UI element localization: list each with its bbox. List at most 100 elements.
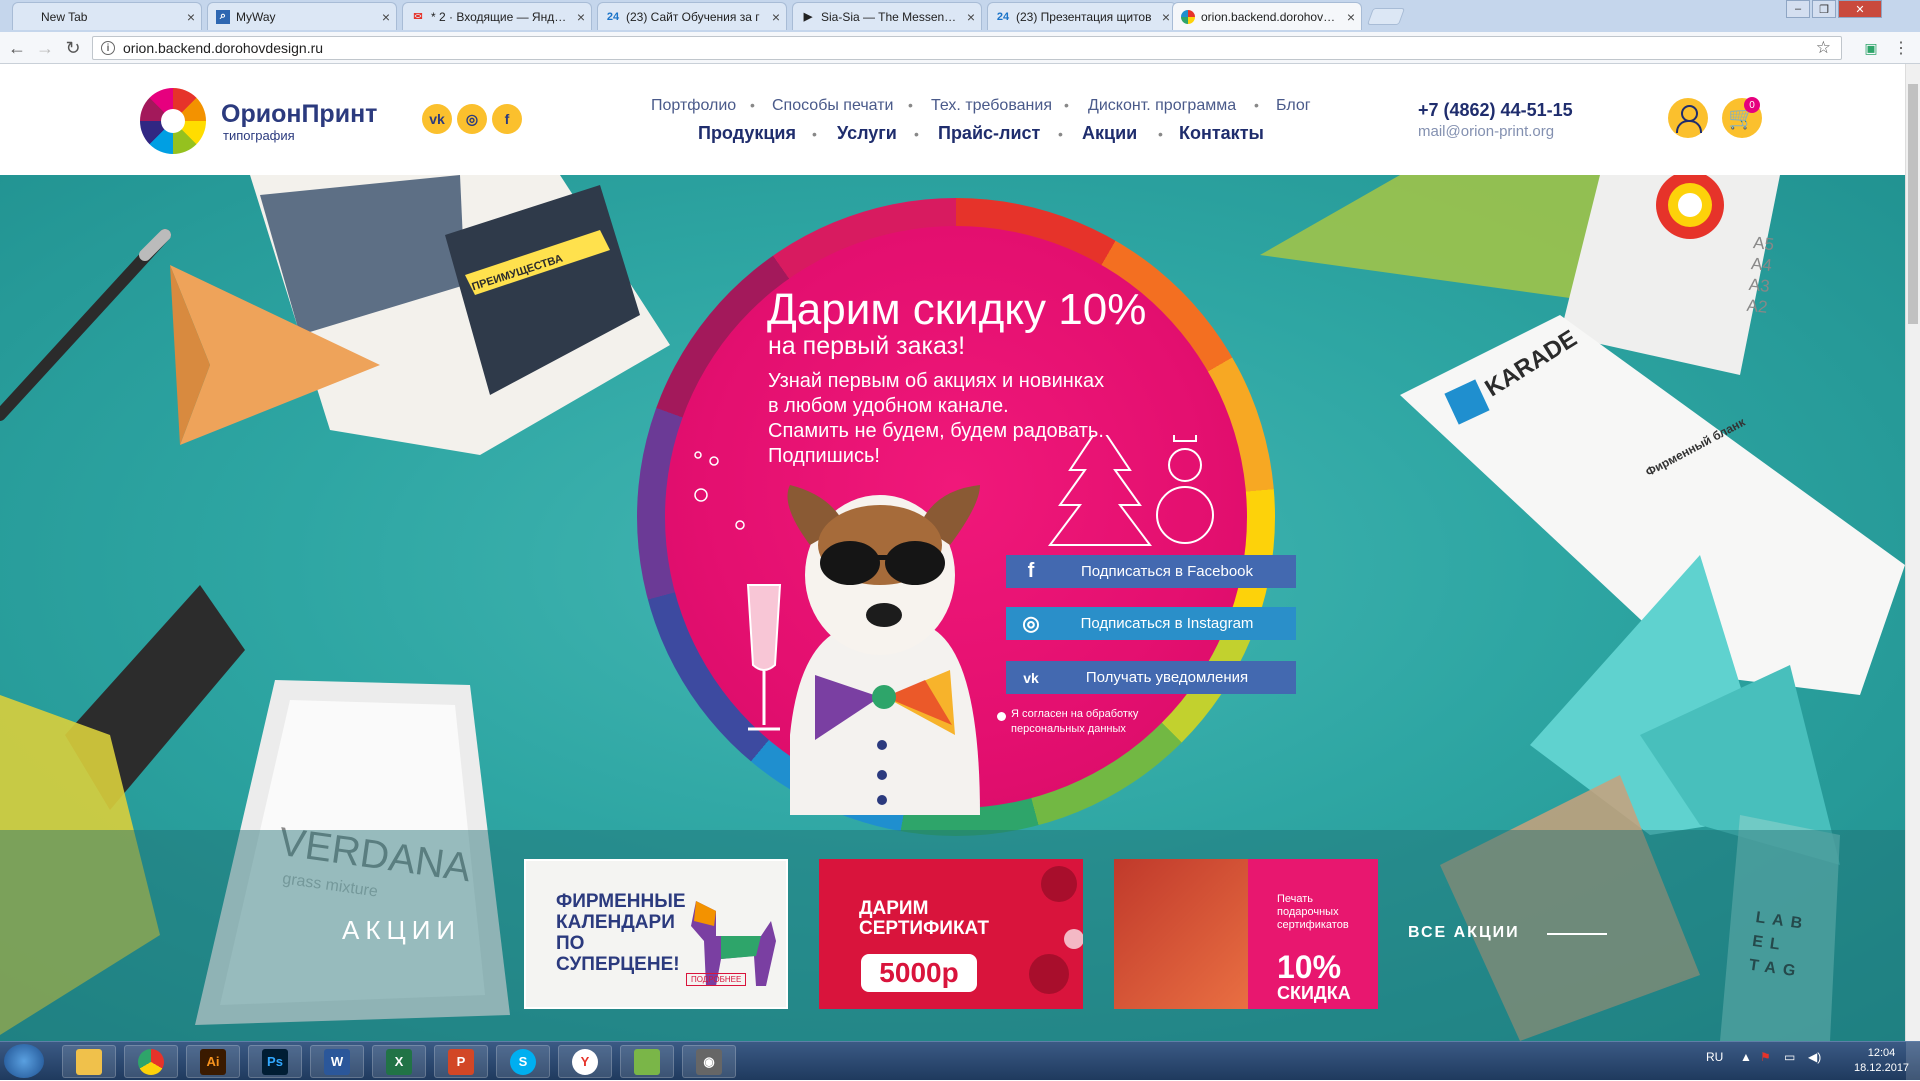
new-tab-button[interactable] — [1366, 8, 1406, 25]
topnav-portfolio[interactable]: Портфолио — [651, 97, 736, 115]
brand-name[interactable]: ОрионПринт — [221, 100, 377, 129]
consent-label[interactable]: Я согласен на обработку персональных дан… — [1011, 707, 1138, 737]
bubble-decor — [709, 456, 719, 466]
close-icon[interactable]: × — [1347, 9, 1355, 25]
close-icon[interactable]: × — [772, 9, 780, 25]
page-scrollbar[interactable] — [1905, 64, 1920, 1041]
subscribe-facebook-button[interactable]: f Подписаться в Facebook — [1006, 555, 1296, 588]
close-icon[interactable]: × — [967, 9, 975, 25]
flag-icon[interactable]: ⚑ — [1760, 1050, 1771, 1064]
promo-card-value: 5000р — [861, 954, 977, 992]
taskbar-explorer[interactable] — [62, 1045, 116, 1078]
promo-card-certificate[interactable]: ДАРИМ СЕРТИФИКАТ 5000р — [819, 859, 1083, 1009]
minimize-button[interactable]: – — [1786, 0, 1810, 18]
close-icon[interactable]: × — [577, 9, 585, 25]
taskbar-powerpoint[interactable]: P — [434, 1045, 488, 1078]
start-button[interactable] — [4, 1044, 44, 1078]
taskbar-chrome[interactable] — [124, 1045, 178, 1078]
button-label: Подписаться в Facebook — [1080, 563, 1254, 580]
promo-card-gift-certificates[interactable]: Печать подарочных сертификатов 10% СКИДК… — [1114, 859, 1378, 1009]
paper-size: A5 — [1752, 233, 1776, 255]
taskbar-illustrator[interactable]: Ai — [186, 1045, 240, 1078]
mainnav-price-list[interactable]: Прайс-лист — [938, 123, 1040, 144]
close-icon[interactable]: × — [382, 9, 390, 25]
taskbar-app[interactable] — [620, 1045, 674, 1078]
mainnav-services[interactable]: Услуги — [837, 123, 897, 144]
back-button[interactable]: ← — [6, 37, 28, 59]
browser-tab-sia[interactable]: ▶ Sia-Sia — The Messenger × — [792, 2, 982, 30]
chrome-icon — [138, 1048, 164, 1075]
bubble-decor — [694, 488, 708, 502]
24-icon: 24 — [606, 10, 620, 23]
consent-checkbox[interactable] — [997, 712, 1006, 721]
cart-count-badge: 0 — [1744, 97, 1760, 113]
taskbar-skype[interactable]: S — [496, 1045, 550, 1078]
browser-tab-strip: New Tab × ⌕ MyWay × ✉ * 2 · Входящие — Я… — [0, 0, 1920, 32]
forward-button[interactable]: → — [34, 37, 56, 59]
browser-tab-training[interactable]: 24 (23) Сайт Обучения за г × — [597, 2, 787, 30]
promo-card-title: ДАРИМ СЕРТИФИКАТ — [859, 898, 989, 939]
menu-icon[interactable]: ⋮ — [1890, 37, 1912, 59]
taskbar-camera[interactable]: ◉ — [682, 1045, 736, 1078]
24-icon: 24 — [996, 10, 1010, 23]
taskbar-word[interactable]: W — [310, 1045, 364, 1078]
topnav-discount[interactable]: Дисконт. программа — [1088, 97, 1236, 115]
paper-size: A2 — [1745, 295, 1769, 317]
logo-icon[interactable] — [140, 88, 206, 154]
close-icon[interactable]: × — [187, 9, 195, 25]
promo-headline: Дарим скидку 10% — [767, 285, 1147, 334]
volume-icon[interactable]: ◀) — [1808, 1050, 1821, 1064]
skype-icon: S — [510, 1048, 536, 1075]
address-bar[interactable]: i orion.backend.dorohovdesign.ru ☆ — [92, 36, 1842, 60]
vk-icon[interactable]: vk — [422, 104, 452, 134]
close-window-button[interactable]: ✕ — [1838, 0, 1882, 18]
ornament-decor — [1029, 866, 1083, 994]
camera-icon: ◉ — [696, 1048, 722, 1075]
browser-tab-yandex-mail[interactable]: ✉ * 2 · Входящие — Яндекс × — [402, 2, 592, 30]
subscribe-instagram-button[interactable]: ◎ Подписаться в Instagram — [1006, 607, 1296, 640]
browser-tab-presentation[interactable]: 24 (23) Презентация щитов × — [987, 2, 1177, 30]
subscribe-vk-button[interactable]: vk Получать уведомления — [1006, 661, 1296, 694]
snowman-icon — [1168, 448, 1202, 482]
all-promos-link[interactable]: ВСЕ АКЦИИ — [1408, 924, 1520, 942]
topnav-print-methods[interactable]: Способы печати — [772, 97, 893, 115]
promo-line: Узнай первым об акциях и новинках — [768, 370, 1105, 392]
email-address[interactable]: mail@orion-print.org — [1418, 123, 1554, 140]
bookmark-star-icon[interactable]: ☆ — [1816, 38, 1831, 58]
tray-arrow-icon[interactable]: ▲ — [1740, 1050, 1752, 1064]
taskbar-yandex[interactable]: Y — [558, 1045, 612, 1078]
topnav-tech-requirements[interactable]: Тех. требования — [931, 97, 1052, 115]
topnav-blog[interactable]: Блог — [1276, 97, 1311, 115]
bubble-decor — [694, 451, 702, 459]
user-icon[interactable] — [1668, 98, 1708, 138]
mainnav-contacts[interactable]: Контакты — [1179, 123, 1264, 144]
consent-line: персональных данных — [1011, 723, 1126, 735]
reload-button[interactable]: ↻ — [62, 37, 84, 59]
photoshop-icon: Ps — [262, 1048, 288, 1075]
extension-icon[interactable]: ▣ — [1860, 37, 1882, 59]
show-desktop-button[interactable] — [1906, 1042, 1920, 1081]
network-icon[interactable]: ▭ — [1784, 1050, 1795, 1064]
browser-tab-myway[interactable]: ⌕ MyWay × — [207, 2, 397, 30]
chrome-icon — [1181, 9, 1195, 24]
promo-card-calendars[interactable]: ФИРМЕННЫЕ КАЛЕНДАРИ ПО СУПЕРЦЕНЕ! ПОДРОБ… — [524, 859, 788, 1009]
close-icon[interactable]: × — [1162, 9, 1170, 25]
mainnav-promos[interactable]: Акции — [1082, 123, 1137, 144]
tab-title: * 2 · Входящие — Яндекс — [431, 9, 571, 24]
instagram-icon[interactable]: ◎ — [457, 104, 487, 134]
mainnav-products[interactable]: Продукция — [698, 123, 796, 144]
promo-card-more-button[interactable]: ПОДРОБНЕЕ — [686, 973, 747, 986]
taskbar-photoshop[interactable]: Ps — [248, 1045, 302, 1078]
folder-icon — [76, 1048, 102, 1075]
facebook-icon[interactable]: f — [492, 104, 522, 134]
taskbar-excel[interactable]: X — [372, 1045, 426, 1078]
phone-number[interactable]: +7 (4862) 44-51-15 — [1418, 100, 1573, 121]
browser-tab-orion[interactable]: orion.backend.dorohovdesign.ru × — [1172, 2, 1362, 30]
scrollbar-thumb[interactable] — [1908, 84, 1918, 324]
language-indicator[interactable]: RU — [1706, 1050, 1723, 1064]
consent-line: Я согласен на обработку — [1011, 708, 1139, 720]
info-icon[interactable]: i — [101, 41, 115, 55]
clock[interactable]: 12:04 18.12.2017 — [1854, 1046, 1909, 1076]
restore-button[interactable]: ❐ — [1812, 0, 1836, 18]
browser-tab-new-tab[interactable]: New Tab × — [12, 2, 202, 30]
